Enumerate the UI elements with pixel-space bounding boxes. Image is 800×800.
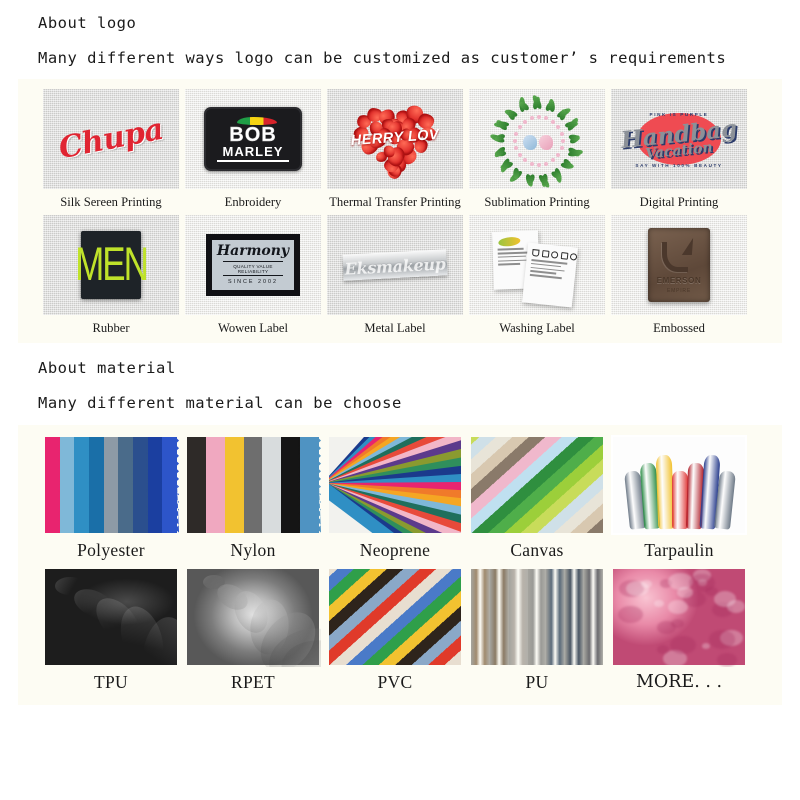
hundred-bottom-text: SAY WITH 100% BEAUTY [635, 163, 722, 168]
logo-caption: Metal Label [364, 322, 425, 336]
logo-tile-embroidery[interactable]: BOB MARLEY Enbroidery [182, 89, 324, 215]
polyester-thumbnail [43, 435, 179, 535]
lightning-bolt-icon [682, 238, 696, 255]
logo-row-1: Chupa Silk Sereen Printing BOB MARLEY En… [18, 89, 782, 215]
material-tile-pvc[interactable]: PVC [324, 567, 466, 699]
bob-text: BOB [229, 126, 276, 145]
rpet-thumbnail [185, 567, 321, 667]
pvc-thumbnail [327, 567, 463, 667]
material-caption: Tarpaulin [644, 541, 714, 560]
thermal-transfer-thumbnail: HERRY LOV [327, 89, 463, 189]
harmony-since-text: SINCE 2002 [228, 279, 278, 285]
material-section-subtitle: Many different material can be choose [38, 394, 800, 412]
material-tile-tarpaulin[interactable]: Tarpaulin [608, 435, 750, 567]
metal-plate: Eksmakeup [342, 249, 447, 280]
material-row-1: Polyester Nylon Neoprene Canvas Tarpauli… [18, 435, 782, 567]
pu-thumbnail [469, 567, 605, 667]
material-caption: Nylon [230, 541, 275, 560]
material-caption: Canvas [510, 541, 563, 560]
leaf-wreath-icon [495, 97, 579, 181]
logo-tile-silk-screen[interactable]: Chupa Silk Sereen Printing [40, 89, 182, 215]
embroidery-thumbnail: BOB MARLEY [185, 89, 321, 189]
logo-section-subtitle: Many different ways logo can be customiz… [38, 49, 800, 67]
empire-text: EMPIRE [648, 288, 710, 294]
harmony-tagline-text: QUALITY VALUE RELIABILITY [223, 261, 282, 276]
logo-caption: Wowen Label [218, 322, 288, 336]
material-caption: Polyester [77, 541, 145, 560]
logo-caption: Enbroidery [225, 196, 282, 210]
men-rubber-patch: MEN [81, 231, 141, 299]
material-tile-pu[interactable]: PU [466, 567, 608, 699]
hundred-top-text: PINK IS PURPLE [650, 112, 709, 117]
logo-tile-embossed[interactable]: EMERSON EMPIRE Embossed [608, 215, 750, 341]
harmony-label: Harmony QUALITY VALUE RELIABILITY SINCE … [206, 234, 300, 296]
metal-logo-text: Eksmakeup [344, 253, 446, 277]
washing-label-thumbnail [469, 215, 605, 315]
logo-caption: Silk Sereen Printing [60, 196, 161, 210]
material-tile-neoprene[interactable]: Neoprene [324, 435, 466, 567]
metal-label-thumbnail: Eksmakeup [327, 215, 463, 315]
catalog-page: About logo Many different ways logo can … [0, 0, 800, 800]
silk-screen-thumbnail: Chupa [43, 89, 179, 189]
logo-tile-digital-printing[interactable]: PINK IS PURPLE Handbag Vacation SAY WITH… [608, 89, 750, 215]
patch-rule [217, 160, 289, 162]
care-label-back [522, 242, 578, 307]
logo-tile-metal-label[interactable]: Eksmakeup Metal Label [324, 215, 466, 341]
material-caption: RPET [231, 673, 275, 692]
men-text: MEN [75, 241, 147, 288]
logo-caption: Thermal Transfer Printing [329, 196, 461, 210]
logo-caption: Sublimation Printing [484, 196, 589, 210]
marley-text: MARLEY [223, 145, 284, 158]
leaf-logo-icon [498, 237, 520, 247]
logo-caption: Embossed [653, 322, 705, 336]
digital-printing-thumbnail: PINK IS PURPLE Handbag Vacation SAY WITH… [611, 89, 747, 189]
material-section-title: About material [38, 359, 800, 377]
logo-tile-rubber[interactable]: MEN Rubber [40, 215, 182, 341]
more-thumbnail [611, 567, 747, 667]
logo-caption: Washing Label [499, 322, 575, 336]
rubber-thumbnail: MEN [43, 215, 179, 315]
logo-tile-sublimation[interactable]: Sublimation Printing [466, 89, 608, 215]
neoprene-thumbnail [327, 435, 463, 535]
logo-tile-woven-label[interactable]: Harmony QUALITY VALUE RELIABILITY SINCE … [182, 215, 324, 341]
material-caption: Neoprene [360, 541, 430, 560]
logo-tile-washing-label[interactable]: Washing Label [466, 215, 608, 341]
material-tile-canvas[interactable]: Canvas [466, 435, 608, 567]
material-caption: MORE. . . [636, 673, 722, 692]
material-tile-polyester[interactable]: Polyester [40, 435, 182, 567]
tpu-thumbnail [43, 567, 179, 667]
sublimation-thumbnail [469, 89, 605, 189]
logo-row-2: MEN Rubber Harmony QUALITY VALUE RELIABI… [18, 215, 782, 341]
material-tile-more[interactable]: MORE. . . [608, 567, 750, 699]
nylon-thumbnail [185, 435, 321, 535]
material-tile-tpu[interactable]: TPU [40, 567, 182, 699]
material-caption: PU [526, 673, 549, 692]
logo-caption: Digital Printing [640, 196, 719, 210]
material-caption: TPU [94, 673, 128, 692]
harmony-brand-text: Harmony [217, 244, 289, 258]
emerson-text: EMERSON [648, 276, 710, 285]
material-tile-nylon[interactable]: Nylon [182, 435, 324, 567]
material-tile-rpet[interactable]: RPET [182, 567, 324, 699]
woven-label-thumbnail: Harmony QUALITY VALUE RELIABILITY SINCE … [185, 215, 321, 315]
material-caption: PVC [378, 673, 413, 692]
logo-tile-thermal-transfer[interactable]: HERRY LOV Thermal Transfer Printing [324, 89, 466, 215]
leather-patch: EMERSON EMPIRE [648, 228, 710, 302]
embossed-thumbnail: EMERSON EMPIRE [611, 215, 747, 315]
canvas-thumbnail [469, 435, 605, 535]
logo-caption: Rubber [92, 322, 129, 336]
logo-panel: Chupa Silk Sereen Printing BOB MARLEY En… [18, 79, 782, 343]
bob-marley-patch: BOB MARLEY [204, 107, 302, 171]
tarpaulin-thumbnail [611, 435, 747, 535]
material-row-2: TPU RPET PVC PU MORE. . . [18, 567, 782, 699]
material-panel: Polyester Nylon Neoprene Canvas Tarpauli… [18, 425, 782, 706]
logo-section-title: About logo [38, 14, 800, 32]
